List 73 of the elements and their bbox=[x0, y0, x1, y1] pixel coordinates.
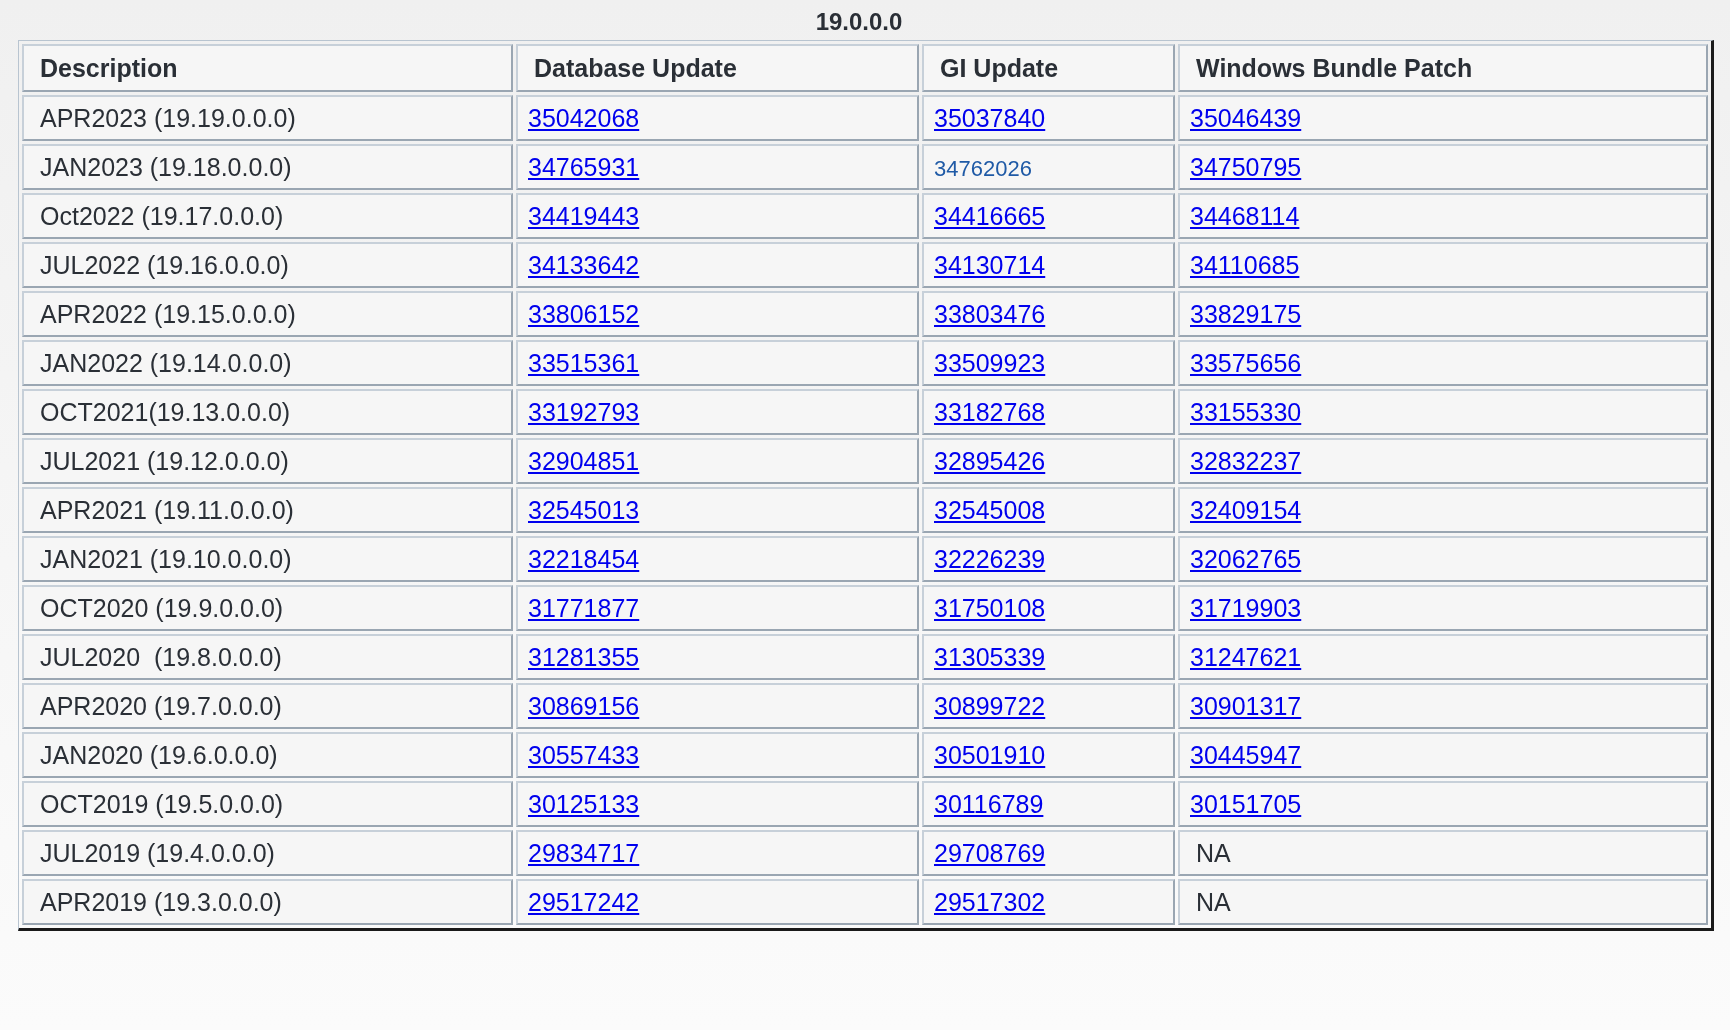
patch-link[interactable]: 30899722 bbox=[934, 691, 1046, 720]
cell-text: NA bbox=[1195, 887, 1231, 916]
patch-link[interactable]: 35046439 bbox=[1190, 103, 1302, 132]
patch-link[interactable]: 31281355 bbox=[528, 642, 640, 671]
cell-text: JUL2021 (19.12.0.0.0) bbox=[39, 446, 289, 475]
patch-link[interactable]: 29517302 bbox=[934, 887, 1046, 916]
cell-text: OCT2020 (19.9.0.0.0) bbox=[39, 593, 284, 622]
patch-link[interactable]: 34416665 bbox=[934, 201, 1046, 230]
table-title: 19.0.0.0 bbox=[814, 8, 904, 36]
patch-link[interactable]: 30557433 bbox=[528, 740, 640, 769]
patch-link[interactable]: 33509923 bbox=[934, 348, 1046, 377]
patch-link[interactable]: 33575656 bbox=[1190, 348, 1302, 377]
patch-link[interactable]: 34762026 bbox=[934, 155, 1032, 181]
patch-link[interactable]: 29834717 bbox=[528, 838, 640, 867]
patch-link[interactable]: 32895426 bbox=[934, 446, 1046, 475]
patch-link[interactable]: 31719903 bbox=[1190, 593, 1302, 622]
cell-text: APR2019 (19.3.0.0.0) bbox=[39, 887, 282, 916]
cell-text: OCT2021(19.13.0.0.0) bbox=[39, 397, 291, 426]
patch-link[interactable]: 30445947 bbox=[1190, 740, 1302, 769]
patch-link[interactable]: 29708769 bbox=[934, 838, 1046, 867]
cell-text: APR2022 (19.15.0.0.0) bbox=[39, 299, 296, 328]
cell-text: NA bbox=[1195, 838, 1231, 867]
patch-link[interactable]: 32226239 bbox=[934, 544, 1046, 573]
cell-text: JAN2022 (19.14.0.0.0) bbox=[39, 348, 292, 377]
patch-link[interactable]: 35037840 bbox=[934, 103, 1046, 132]
patch-link[interactable]: 33192793 bbox=[528, 397, 640, 426]
patch-link[interactable]: 33182768 bbox=[934, 397, 1046, 426]
cell-text: APR2021 (19.11.0.0.0) bbox=[39, 495, 294, 524]
column-header: Windows Bundle Patch bbox=[1178, 44, 1708, 92]
cell-text: JAN2020 (19.6.0.0.0) bbox=[39, 740, 278, 769]
patch-link[interactable]: 31247621 bbox=[1190, 642, 1302, 671]
patch-link[interactable]: 33155330 bbox=[1190, 397, 1302, 426]
patch-link[interactable]: 35042068 bbox=[528, 103, 640, 132]
patch-link[interactable]: 33829175 bbox=[1190, 299, 1302, 328]
patch-link[interactable]: 29517242 bbox=[528, 887, 640, 916]
cell-text: APR2020 (19.7.0.0.0) bbox=[39, 691, 282, 720]
patch-link[interactable]: 32409154 bbox=[1190, 495, 1302, 524]
patch-link[interactable]: 32062765 bbox=[1190, 544, 1302, 573]
patch-link[interactable]: 32545008 bbox=[934, 495, 1046, 524]
cell-text: JUL2022 (19.16.0.0.0) bbox=[39, 250, 289, 279]
patch-link[interactable]: 34750795 bbox=[1190, 152, 1302, 181]
patch-link[interactable]: 32904851 bbox=[528, 446, 640, 475]
patch-link[interactable]: 32218454 bbox=[528, 544, 640, 573]
patch-link[interactable]: 34468114 bbox=[1190, 201, 1300, 230]
cell-text: Oct2022 (19.17.0.0.0) bbox=[39, 201, 284, 230]
patch-link[interactable]: 33803476 bbox=[934, 299, 1046, 328]
patch-link[interactable]: 31771877 bbox=[528, 593, 640, 622]
patch-link[interactable]: 30501910 bbox=[934, 740, 1046, 769]
column-header: GI Update bbox=[922, 44, 1175, 92]
patch-link[interactable]: 30869156 bbox=[528, 691, 640, 720]
column-header: Description bbox=[22, 44, 513, 92]
patch-link[interactable]: 32832237 bbox=[1190, 446, 1302, 475]
patch-link[interactable]: 34130714 bbox=[934, 250, 1046, 279]
cell-text: JAN2021 (19.10.0.0.0) bbox=[39, 544, 292, 573]
cell-text: JAN2023 (19.18.0.0.0) bbox=[39, 152, 292, 181]
cell-text: APR2023 (19.19.0.0.0) bbox=[39, 103, 296, 132]
patch-link[interactable]: 33806152 bbox=[528, 299, 640, 328]
cell-text: OCT2019 (19.5.0.0.0) bbox=[39, 789, 284, 818]
cell-text: JUL2019 (19.4.0.0.0) bbox=[39, 838, 275, 867]
patch-link[interactable]: 30151705 bbox=[1190, 789, 1302, 818]
patch-link[interactable]: 30116789 bbox=[934, 789, 1044, 818]
patch-link[interactable]: 30901317 bbox=[1190, 691, 1302, 720]
cell-text: JUL2020 (19.8.0.0.0) bbox=[39, 642, 282, 671]
patch-link[interactable]: 34765931 bbox=[528, 152, 640, 181]
patch-link[interactable]: 34133642 bbox=[528, 250, 640, 279]
column-header: Database Update bbox=[516, 44, 919, 92]
patch-link[interactable]: 32545013 bbox=[528, 495, 640, 524]
patch-link[interactable]: 31750108 bbox=[934, 593, 1046, 622]
patch-link[interactable]: 34110685 bbox=[1190, 250, 1300, 279]
patch-link[interactable]: 33515361 bbox=[528, 348, 640, 377]
patch-link[interactable]: 31305339 bbox=[934, 642, 1046, 671]
patch-link[interactable]: 34419443 bbox=[528, 201, 640, 230]
patch-link[interactable]: 30125133 bbox=[528, 789, 640, 818]
